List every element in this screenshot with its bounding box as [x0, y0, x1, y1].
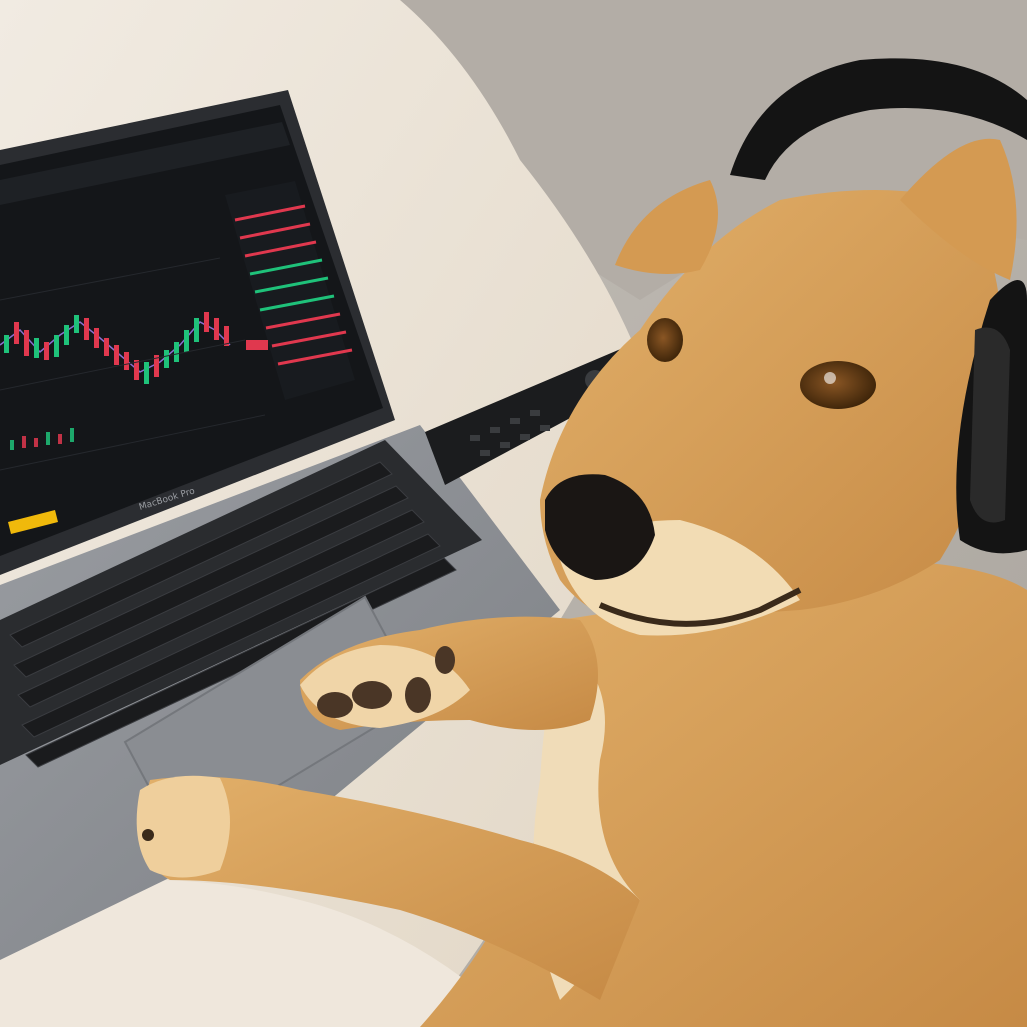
dog-paw-lower [136, 775, 230, 878]
photo-illustration: MacBook Pro [0, 0, 1027, 1027]
sell-badge [246, 340, 268, 350]
dog-claw [142, 829, 154, 841]
photo-scene: MacBook Pro [0, 0, 1027, 1027]
dog-left-eye [647, 318, 683, 362]
dog-right-eye [800, 361, 876, 409]
